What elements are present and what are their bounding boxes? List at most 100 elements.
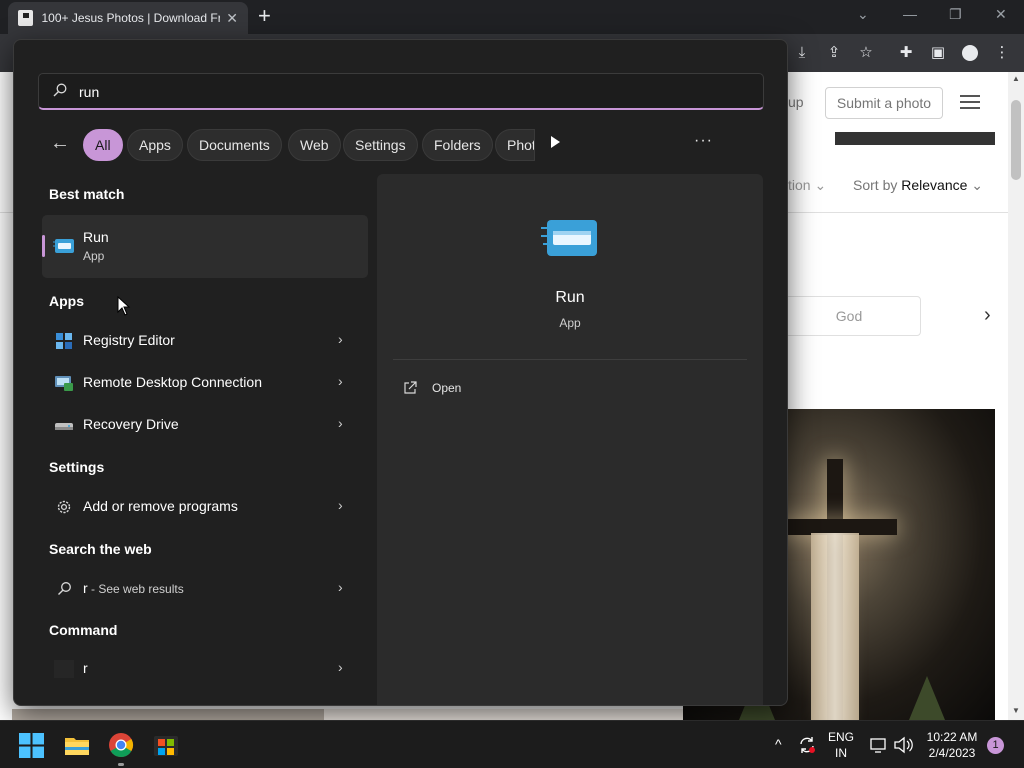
recovery-drive-icon [55,423,73,430]
result-command[interactable]: r › [42,649,368,689]
result-remote-desktop[interactable]: Remote Desktop Connection › [42,363,368,403]
windows-search-panel: ← All Apps Documents Web Settings Folder… [13,39,788,706]
apps-heading: Apps [49,293,84,309]
gear-icon [57,500,71,514]
christmas-tree-right [909,676,945,720]
chevron-right-icon[interactable]: › [338,415,343,431]
filter-chip-folders[interactable]: Folders [422,129,493,161]
chevron-right-icon[interactable]: › [338,497,343,513]
result-registry-editor[interactable]: Registry Editor › [42,321,368,361]
windows-taskbar: ^ ENG IN 10:22 AM 2/4/2023 1 [0,720,1024,768]
minimize-icon[interactable]: — [903,6,917,22]
best-match-result[interactable]: Run App [42,215,368,278]
filter-chip-all[interactable]: All [83,129,123,161]
remote-desktop-icon [55,376,73,391]
sort-filter[interactable]: Sort by Relevance ⌄ [853,177,983,194]
language-indicator-top[interactable]: ENG [828,730,854,744]
chevron-right-icon[interactable]: › [984,304,991,327]
search-box[interactable] [38,73,764,110]
filter-chip-web[interactable]: Web [288,129,341,161]
result-label: Remote Desktop Connection [83,374,262,390]
browser-tab[interactable]: 100+ Jesus Photos | Download Free ✕ [8,2,248,34]
windows-start-icon[interactable] [19,733,44,758]
browser-menu-icon[interactable]: ⋮ [992,43,1012,63]
preview-subtitle: App [559,316,581,330]
signup-link[interactable]: up [788,94,804,110]
preview-pane: Run App Open [377,174,763,705]
filter-chip-apps[interactable]: Apps [127,129,183,161]
back-arrow-icon[interactable]: ← [50,133,72,155]
running-indicator [118,763,124,766]
run-app-icon [53,239,74,253]
filter-chip-documents[interactable]: Documents [187,129,282,161]
language-indicator-bottom[interactable]: IN [828,746,854,760]
network-icon[interactable] [869,736,887,754]
best-match-heading: Best match [49,186,125,202]
site-menu-icon[interactable] [960,95,980,109]
settings-heading: Settings [49,459,105,475]
result-label: Recovery Drive [83,416,179,432]
result-label: Registry Editor [83,332,175,348]
clock-date[interactable]: 2/4/2023 [922,746,982,760]
preview-title: Run [555,289,585,306]
result-web-search[interactable]: r - See web results › [42,569,368,609]
search-icon [53,83,67,97]
result-label: Add or remove programs [83,498,238,514]
more-options-icon[interactable]: ··· [694,132,713,150]
site-banner-bar [835,132,995,145]
file-explorer-icon[interactable] [63,731,91,759]
bookmark-star-icon[interactable]: ☆ [856,43,876,63]
scroll-down-arrow-icon[interactable]: ▼ [1012,706,1020,715]
result-add-remove-programs[interactable]: Add or remove programs › [42,487,368,527]
photo-thumbnail[interactable] [12,709,324,720]
tab-search-chevron-icon[interactable]: ⌄ [857,6,869,23]
result-recovery-drive[interactable]: Recovery Drive › [42,405,368,445]
result-label: r - See web results [83,580,184,596]
scrollbar-thumb[interactable] [1011,100,1021,180]
search-input[interactable] [79,81,739,103]
chevron-right-icon[interactable]: › [338,331,343,347]
selection-accent [42,235,45,257]
tab-title: 100+ Jesus Photos | Download Free [41,11,221,25]
best-match-subtitle: App [83,249,105,263]
profile-avatar-icon[interactable] [960,43,980,63]
mouse-cursor-icon [117,296,131,316]
chevron-right-icon[interactable]: › [338,579,343,595]
best-match-title: Run [83,229,109,245]
restore-icon[interactable]: ❐ [949,6,962,23]
tab-close-icon[interactable]: ✕ [226,10,238,27]
side-panel-icon[interactable]: ▣ [928,43,948,63]
related-tag-chip[interactable]: God [777,296,921,336]
close-window-icon[interactable]: ✕ [995,6,1007,23]
share-icon[interactable]: ⇪ [824,43,844,63]
notification-badge[interactable]: 1 [987,737,1004,754]
extensions-puzzle-icon[interactable]: ✚ [896,43,916,63]
scroll-up-arrow-icon[interactable]: ▲ [1012,74,1020,83]
clock-time[interactable]: 10:22 AM [922,730,982,744]
cross-drape-cloth [811,533,859,720]
open-label: Open [432,381,462,395]
open-external-icon [404,381,417,394]
show-hidden-icons-chevron-icon[interactable]: ^ [775,736,782,752]
submit-photo-button[interactable]: Submit a photo [825,87,943,119]
chevron-right-icon[interactable]: › [338,373,343,389]
new-tab-button[interactable]: + [258,5,271,27]
filter-chip-settings[interactable]: Settings [343,129,418,161]
chrome-icon[interactable] [107,731,135,759]
site-favicon-icon [18,10,34,26]
open-action[interactable]: Open [403,379,523,403]
sync-icon[interactable] [797,735,817,755]
microsoft-store-icon[interactable] [152,731,180,759]
chevron-right-icon[interactable]: › [338,659,343,675]
volume-icon[interactable] [893,736,913,754]
page-scrollbar[interactable]: ▲ ▼ [1008,72,1024,720]
browser-tabstrip: 100+ Jesus Photos | Download Free ✕ + ⌄ … [0,0,1024,34]
scroll-filters-right-icon[interactable] [551,136,560,148]
photo-thumbnail[interactable] [324,709,683,720]
filter-chip-photos[interactable]: Photos [495,129,535,161]
search-web-heading: Search the web [49,541,152,557]
orientation-filter[interactable]: tion ⌄ [788,177,826,194]
download-icon[interactable]: ⤓ [792,43,812,63]
command-icon [54,660,74,678]
preview-divider [393,359,747,360]
